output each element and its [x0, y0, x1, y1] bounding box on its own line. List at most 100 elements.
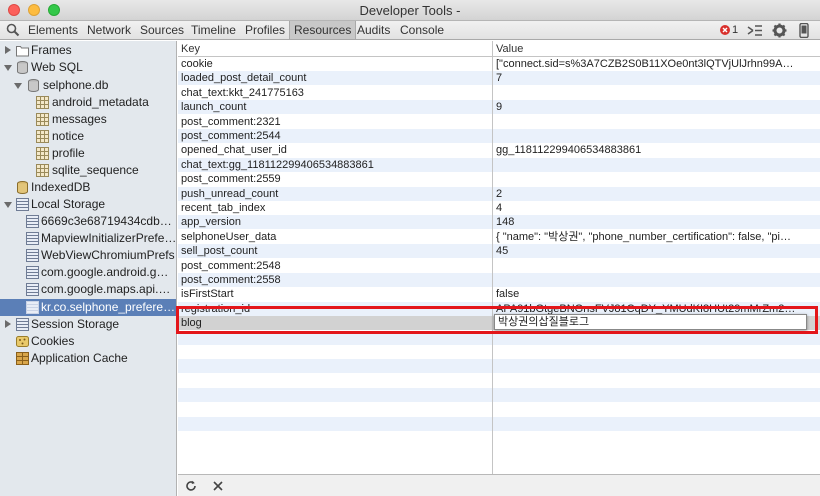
table-row[interactable]: opened_chat_user_id gg_118112299406534883… — [178, 143, 820, 158]
sidebar-item-sqlite-sequence[interactable]: sqlite_sequence — [0, 162, 176, 179]
empty-table-row[interactable] — [178, 359, 820, 374]
value-cell[interactable]: 45 — [496, 244, 796, 258]
table-row[interactable]: post_comment:2559 — [178, 172, 820, 187]
device-mode-icon[interactable] — [799, 23, 809, 38]
column-divider[interactable] — [492, 41, 493, 474]
value-cell[interactable]: { "name": "박상권", "phone_number_certifica… — [496, 230, 796, 244]
table-row[interactable]: chat_text:gg_118112299406534883861 — [178, 157, 820, 172]
console-drawer-icon[interactable] — [747, 23, 763, 38]
value-cell[interactable]: 148 — [496, 215, 796, 229]
sidebar-item-cookies[interactable]: Cookies — [0, 333, 176, 350]
sidebar-item-frames[interactable]: Frames — [0, 42, 176, 59]
table-row[interactable]: chat_text:kkt_241775163 — [178, 85, 820, 100]
sidebar-item-selphone-preferences[interactable]: kr.co.selphone_prefere… — [0, 299, 176, 316]
sidebar-item-local-storage-origin[interactable]: com.google.maps.api.… — [0, 281, 176, 298]
key-cell[interactable]: post_comment:2321 — [181, 115, 489, 129]
key-cell[interactable]: launch_count — [181, 100, 489, 114]
value-cell[interactable]: 2 — [496, 187, 796, 201]
empty-table-row[interactable] — [178, 402, 820, 417]
table-row[interactable]: app_version 148 — [178, 215, 820, 230]
sidebar-item-android-metadata[interactable]: android_metadata — [0, 94, 176, 111]
expand-arrow-icon[interactable] — [5, 320, 11, 328]
key-cell[interactable]: sell_post_count — [181, 244, 489, 258]
sidebar-item-selphone-db[interactable]: selphone.db — [0, 77, 176, 94]
collapse-arrow-icon[interactable] — [14, 83, 22, 89]
search-icon[interactable] — [6, 23, 20, 37]
sidebar-item-local-storage[interactable]: Local Storage — [0, 196, 176, 213]
table-row[interactable]: post_comment:2544 — [178, 129, 820, 143]
key-cell[interactable]: post_comment:2559 — [181, 172, 489, 186]
collapse-arrow-icon[interactable] — [4, 202, 12, 208]
error-counter[interactable]: 1 — [720, 23, 742, 38]
table-row[interactable]: isFirstStart false — [178, 287, 820, 302]
delete-icon[interactable] — [211, 479, 225, 493]
empty-table-row[interactable] — [178, 345, 820, 359]
value-cell[interactable]: gg_118112299406534883861 — [496, 143, 796, 157]
tab-timeline[interactable]: Timeline — [187, 21, 240, 39]
collapse-arrow-icon[interactable] — [4, 65, 12, 71]
table-row[interactable]: sell_post_count 45 — [178, 244, 820, 259]
key-cell[interactable]: isFirstStart — [181, 287, 489, 301]
sidebar-item-local-storage-origin[interactable]: MapviewInitializerPrefe… — [0, 230, 176, 247]
value-cell[interactable]: 4 — [496, 201, 796, 215]
sidebar-item-local-storage-origin[interactable]: com.google.android.g… — [0, 264, 176, 281]
key-cell[interactable]: app_version — [181, 215, 489, 229]
key-cell[interactable]: chat_text:gg_118112299406534883861 — [181, 158, 489, 172]
key-cell[interactable]: loaded_post_detail_count — [181, 71, 489, 85]
table-row[interactable]: post_comment:2321 — [178, 114, 820, 129]
empty-table-row[interactable] — [178, 373, 820, 388]
key-cell[interactable]: post_comment:2548 — [181, 259, 489, 273]
sidebar-item-web-sql[interactable]: Web SQL — [0, 59, 176, 76]
value-cell[interactable]: false — [496, 287, 796, 301]
maximize-window-button[interactable] — [48, 4, 60, 16]
table-row[interactable]: cookie ["connect.sid=s%3A7CZB2S0B11XOe0nt… — [178, 57, 820, 71]
table-row[interactable]: selphoneUser_data { "name": "박상권", "phone… — [178, 229, 820, 244]
sidebar-item-profile[interactable]: profile — [0, 145, 176, 162]
minimize-window-button[interactable] — [28, 4, 40, 16]
key-cell[interactable]: cookie — [181, 57, 489, 71]
value-cell[interactable]: 7 — [496, 71, 796, 85]
sidebar-item-application-cache[interactable]: Application Cache — [0, 350, 176, 367]
empty-table-row[interactable] — [178, 417, 820, 431]
table-row[interactable]: loaded_post_detail_count 7 — [178, 71, 820, 86]
table-row[interactable]: post_comment:2558 — [178, 273, 820, 287]
tab-resources[interactable]: Resources — [289, 21, 357, 39]
sidebar-item-notice[interactable]: notice — [0, 128, 176, 145]
table-row[interactable]: recent_tab_index 4 — [178, 201, 820, 215]
key-cell[interactable]: chat_text:kkt_241775163 — [181, 86, 489, 100]
key-cell[interactable]: recent_tab_index — [181, 201, 489, 215]
sidebar-item-label: notice — [52, 129, 85, 143]
table-row[interactable]: post_comment:2548 — [178, 258, 820, 273]
tab-profiles[interactable]: Profiles — [241, 21, 289, 39]
key-cell[interactable]: push_unread_count — [181, 187, 489, 201]
sidebar-item-messages[interactable]: messages — [0, 111, 176, 128]
column-header-key[interactable]: Key — [178, 41, 492, 57]
tab-elements[interactable]: Elements — [24, 21, 82, 39]
tab-console[interactable]: Console — [396, 21, 448, 39]
refresh-icon[interactable] — [184, 479, 198, 493]
expand-arrow-icon[interactable] — [5, 46, 11, 54]
table-row[interactable]: push_unread_count 2 — [178, 186, 820, 201]
column-header-value[interactable]: Value — [493, 41, 820, 57]
tab-audits[interactable]: Audits — [353, 21, 394, 39]
value-cell[interactable]: 9 — [496, 100, 796, 114]
value-cell[interactable]: ["connect.sid=s%3A7CZB2S0B11XOe0nt3lQTVj… — [496, 57, 796, 71]
key-cell[interactable]: post_comment:2544 — [181, 129, 489, 143]
key-cell[interactable]: selphoneUser_data — [181, 230, 489, 244]
sidebar-item-local-storage-origin[interactable]: 6669c3e68719434cdb… — [0, 213, 176, 230]
empty-table-row[interactable] — [178, 388, 820, 403]
window-title: Developer Tools - — [359, 3, 461, 18]
sidebar-item-session-storage[interactable]: Session Storage — [0, 316, 176, 333]
close-window-button[interactable] — [8, 4, 20, 16]
gear-icon[interactable] — [772, 23, 787, 38]
sidebar-item-indexeddb[interactable]: IndexedDB — [0, 179, 176, 196]
key-cell[interactable]: opened_chat_user_id — [181, 143, 489, 157]
highlight-annotation — [176, 306, 818, 334]
sidebar-item-label: Frames — [31, 43, 72, 57]
tab-sources[interactable]: Sources — [136, 21, 188, 39]
sidebar-item-local-storage-origin[interactable]: WebViewChromiumPrefs — [0, 247, 176, 264]
tab-network[interactable]: Network — [83, 21, 135, 39]
key-cell[interactable]: post_comment:2558 — [181, 273, 489, 287]
table-row[interactable]: launch_count 9 — [178, 100, 820, 115]
empty-table-row[interactable] — [178, 431, 820, 446]
